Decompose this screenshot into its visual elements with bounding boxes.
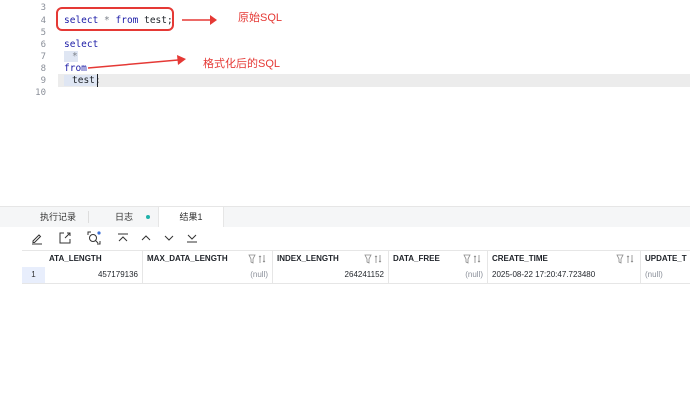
column-header[interactable]: ATA_LENGTH xyxy=(45,251,143,267)
line-number: 6 xyxy=(40,40,46,50)
column-header-label: MAX_DATA_LENGTH xyxy=(147,254,228,263)
row-number[interactable]: 1 xyxy=(22,267,45,284)
result-tab-bar: 执行记录 日志 结果1 xyxy=(0,206,690,227)
column-header-label: DATA_FREE xyxy=(393,254,440,263)
column-header-label: ATA_LENGTH xyxy=(49,254,102,263)
line-number: 3 xyxy=(40,3,46,13)
last-row-icon[interactable] xyxy=(184,230,200,246)
result-toolbar xyxy=(0,227,690,249)
table-cell[interactable]: (null) xyxy=(389,267,488,283)
filter-sort-icon[interactable] xyxy=(364,254,384,264)
original-sql-highlight-box xyxy=(56,7,174,31)
line-number: 8 xyxy=(40,64,46,74)
current-line-highlight xyxy=(58,74,690,87)
original-sql-annotation: 原始SQL xyxy=(238,12,283,24)
tab-result-1[interactable]: 结果1 xyxy=(158,207,224,227)
tab-divider xyxy=(88,211,89,223)
grid-header-row: ATA_LENGTH MAX_DATA_LENGTH INDEX_LENGTH … xyxy=(22,250,690,268)
table-cell[interactable]: 2025-08-22 17:20:47.723480 xyxy=(488,267,641,283)
line-number: 10 xyxy=(35,88,46,98)
column-header[interactable]: MAX_DATA_LENGTH xyxy=(143,251,273,267)
table-cell[interactable]: (null) xyxy=(641,267,690,283)
filter-sort-icon[interactable] xyxy=(463,254,483,264)
line-number: 4 xyxy=(40,16,46,26)
first-row-icon[interactable] xyxy=(115,230,131,246)
column-header-label: CREATE_TIME xyxy=(492,254,548,263)
export-icon[interactable] xyxy=(57,230,73,246)
column-header[interactable]: INDEX_LENGTH xyxy=(273,251,389,267)
arrow-right-icon xyxy=(182,15,217,25)
next-row-icon[interactable] xyxy=(161,230,177,246)
tab-log[interactable]: 日志 xyxy=(115,207,133,227)
column-header-label: INDEX_LENGTH xyxy=(277,254,339,263)
status-dot-icon xyxy=(146,215,150,219)
edit-icon[interactable] xyxy=(29,230,45,246)
prev-row-icon[interactable] xyxy=(138,230,154,246)
refresh-search-icon[interactable] xyxy=(86,230,102,246)
formatted-sql-annotation: 格式化后的SQL xyxy=(203,58,281,70)
tab-history[interactable]: 执行记录 xyxy=(40,207,76,227)
sql-symbol: * xyxy=(72,51,78,62)
column-header[interactable]: UPDATE_T xyxy=(641,251,690,267)
filter-sort-icon[interactable] xyxy=(248,254,268,264)
sql-keyword: select xyxy=(64,39,99,50)
line-number: 9 xyxy=(40,76,46,86)
arrow-right-icon xyxy=(87,55,186,69)
table-cell[interactable]: 264241152 xyxy=(273,267,389,283)
filter-sort-icon[interactable] xyxy=(616,254,636,264)
column-header[interactable]: DATA_FREE xyxy=(389,251,488,267)
table-row[interactable]: 457179136 (null) 264241152 (null) 2025-0… xyxy=(22,267,690,284)
text-cursor xyxy=(97,74,98,87)
sql-keyword: from xyxy=(64,63,87,74)
table-cell[interactable]: 457179136 xyxy=(45,267,143,283)
line-number: 7 xyxy=(40,52,46,62)
table-cell[interactable]: (null) xyxy=(143,267,273,283)
column-header[interactable]: CREATE_TIME xyxy=(488,251,641,267)
line-number: 5 xyxy=(40,28,46,38)
sql-editor[interactable]: 3 4 select * from test; 5 6 select 7 * 8… xyxy=(0,0,690,205)
column-header-label: UPDATE_T xyxy=(645,254,687,263)
